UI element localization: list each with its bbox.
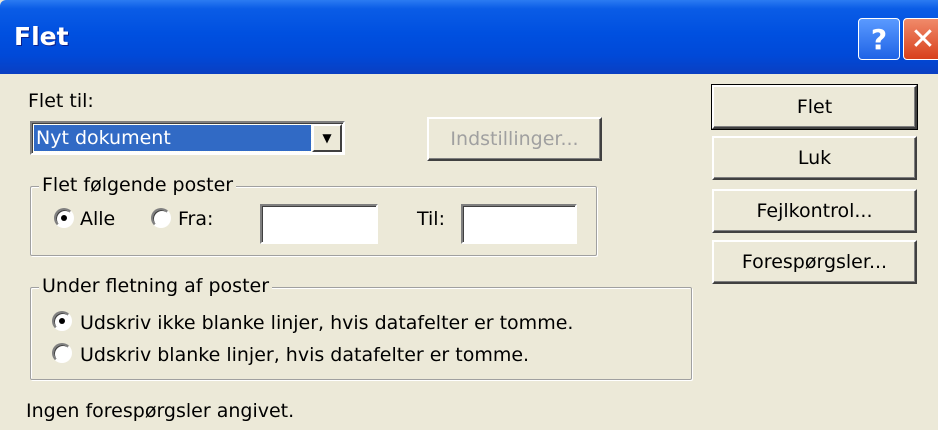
- close-icon: ✕: [910, 21, 936, 57]
- records-to-label: Til:: [417, 208, 445, 230]
- merge-to-label: Flet til:: [28, 90, 94, 112]
- print-blank-lines-label[interactable]: Udskriv blanke linjer, hvis datafelter e…: [80, 344, 529, 366]
- blank-lines-legend: Under fletning af poster: [39, 275, 273, 297]
- chevron-down-icon: ▼: [322, 131, 332, 145]
- query-options-button[interactable]: Forespørgsler...: [712, 240, 917, 284]
- help-icon: ?: [870, 22, 888, 56]
- merge-to-dropdown[interactable]: Nyt dokument ▼: [30, 121, 345, 155]
- options-button[interactable]: Indstillinger...: [427, 117, 602, 161]
- close-button[interactable]: Luk: [712, 136, 917, 180]
- to-input[interactable]: [461, 204, 577, 244]
- records-all-label[interactable]: Alle: [80, 208, 115, 230]
- records-legend: Flet følgende poster: [39, 174, 237, 196]
- records-from-label[interactable]: Fra:: [178, 208, 213, 230]
- close-window-button[interactable]: ✕: [903, 18, 938, 60]
- check-errors-button[interactable]: Fejlkontrol...: [712, 189, 917, 233]
- window-title: Flet: [14, 22, 69, 51]
- dropdown-arrow-button[interactable]: ▼: [312, 124, 342, 152]
- records-from-radio[interactable]: [151, 208, 171, 228]
- print-blank-lines-radio[interactable]: [52, 343, 72, 363]
- title-bar: Flet ? ✕: [0, 0, 938, 74]
- skip-blank-lines-label[interactable]: Udskriv ikke blanke linjer, hvis datafel…: [80, 312, 573, 334]
- from-input[interactable]: [260, 204, 378, 244]
- merge-to-selected-value: Nyt dokument: [33, 124, 312, 152]
- merge-button[interactable]: Flet: [711, 84, 918, 130]
- skip-blank-lines-radio[interactable]: [52, 311, 72, 331]
- help-button[interactable]: ?: [858, 18, 900, 60]
- query-status-text: Ingen forespørgsler angivet.: [26, 400, 295, 422]
- records-all-radio[interactable]: [54, 208, 74, 228]
